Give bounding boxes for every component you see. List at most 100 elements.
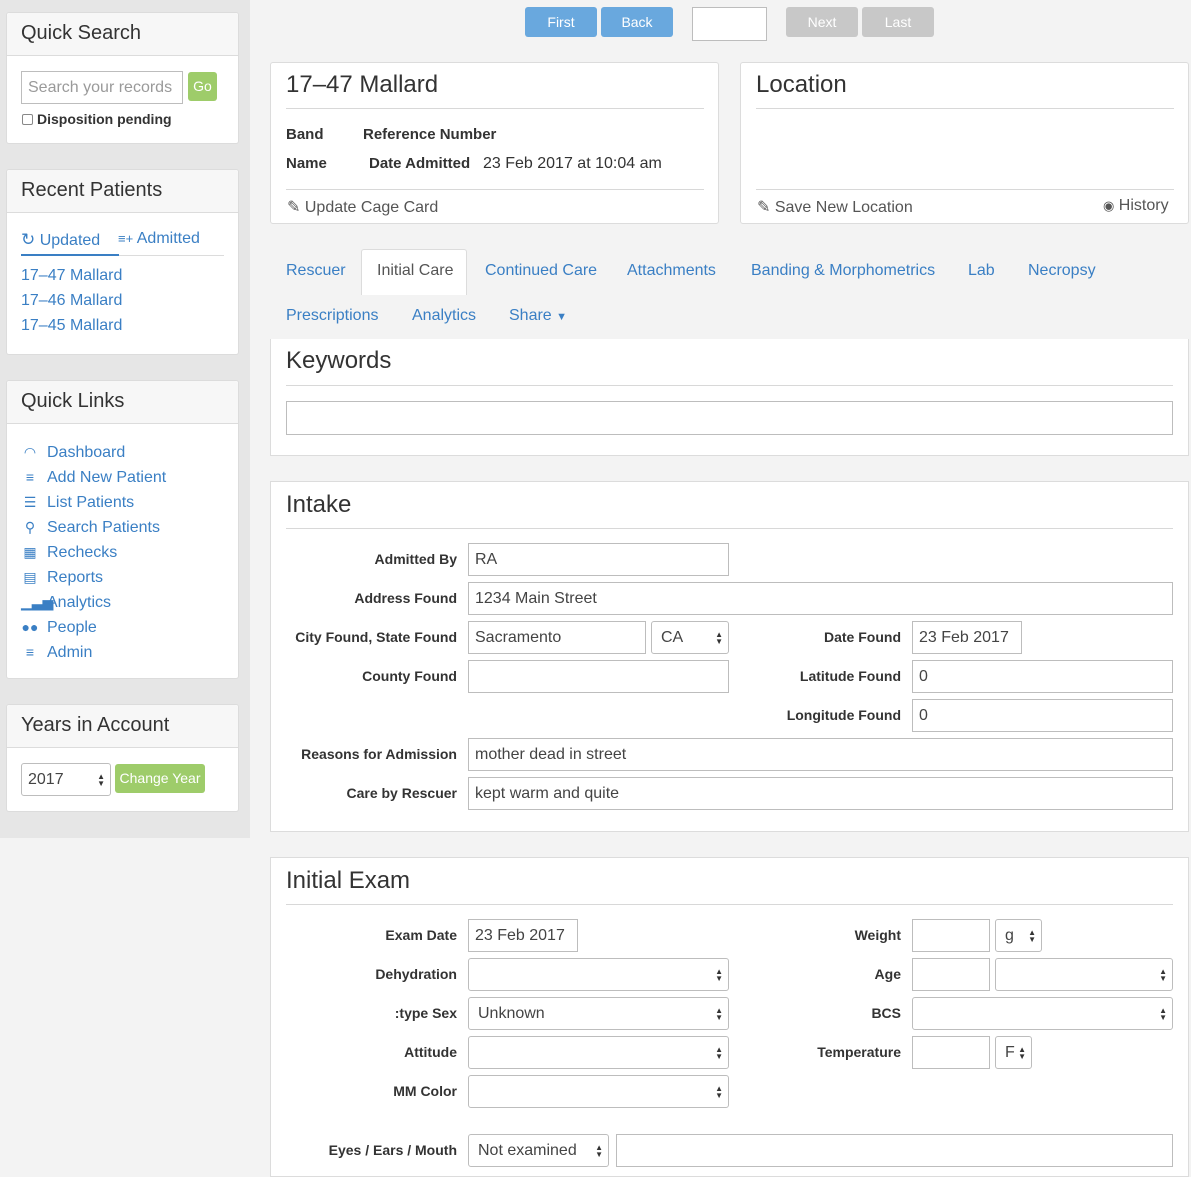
- next-button[interactable]: Next: [786, 7, 858, 37]
- quick-link-add-new-patient[interactable]: ≡ Add New Patient: [21, 466, 166, 488]
- intake-title: Intake: [286, 491, 352, 518]
- age-input[interactable]: [912, 958, 990, 991]
- recent-patient-link[interactable]: 17–46 Mallard: [21, 292, 122, 310]
- eyes-ears-mouth-label: Eyes / Ears / Mouth: [328, 1142, 457, 1158]
- tab-admitted-label: Admitted: [136, 230, 200, 247]
- caret-down-icon: ▼: [556, 311, 568, 323]
- recent-patient-link[interactable]: 17–45 Mallard: [21, 317, 122, 335]
- database-icon: ≡: [25, 644, 35, 660]
- address-found-input[interactable]: 1234 Main Street: [468, 582, 1173, 615]
- page-input[interactable]: [692, 7, 767, 41]
- band-label: Band: [286, 126, 324, 143]
- tab-divider: [119, 255, 224, 256]
- save-new-location-link[interactable]: ✎ Save New Location: [757, 197, 913, 217]
- tab-initial-care[interactable]: Initial Care: [377, 260, 453, 282]
- admitted-by-input[interactable]: RA: [468, 543, 729, 576]
- state-found-value: CA: [661, 628, 684, 646]
- weight-unit-value: g: [1005, 926, 1014, 944]
- year-select[interactable]: 2017 ▲ ▼: [21, 763, 111, 796]
- latitude-found-input[interactable]: 0: [912, 660, 1173, 693]
- first-button[interactable]: First: [525, 7, 597, 37]
- calendar-icon: ▦: [23, 544, 37, 560]
- bcs-label: BCS: [871, 1005, 901, 1021]
- quick-link-label: Add New Patient: [47, 469, 167, 486]
- report-icon: ▤: [23, 569, 37, 585]
- county-found-input[interactable]: [468, 660, 729, 693]
- quick-link-dashboard[interactable]: ◠ Dashboard: [21, 441, 125, 463]
- dehydration-select[interactable]: ▲ ▼: [468, 958, 729, 991]
- quick-links-panel: Quick Links ◠ Dashboard ≡ Add New Patient …: [6, 380, 239, 679]
- quick-link-admin[interactable]: ≡ Admin: [21, 641, 92, 663]
- tab-updated[interactable]: ↻ Updated: [21, 230, 100, 250]
- update-cage-card-link[interactable]: ✎ Update Cage Card: [287, 197, 438, 217]
- weight-label: Weight: [854, 927, 901, 943]
- tab-rescuer[interactable]: Rescuer: [286, 260, 346, 282]
- go-button[interactable]: Go: [188, 72, 217, 101]
- select-arrows-icon: ▲ ▼: [715, 1044, 723, 1061]
- quick-search-title: Quick Search: [7, 13, 238, 56]
- patient-title: 17–47 Mallard: [286, 71, 439, 98]
- pencil-icon: ✎: [287, 199, 301, 216]
- attitude-select[interactable]: ▲ ▼: [468, 1036, 729, 1069]
- reasons-for-admission-input[interactable]: mother dead in street: [468, 738, 1173, 771]
- dehydration-label: Dehydration: [375, 966, 457, 982]
- tab-continued-care[interactable]: Continued Care: [485, 260, 597, 282]
- quick-link-label: Search Patients: [47, 519, 160, 536]
- disposition-checkbox[interactable]: [22, 113, 33, 125]
- tab-admitted[interactable]: ≡+ Admitted: [118, 230, 200, 248]
- tab-banding-morphometrics[interactable]: Banding & Morphometrics: [751, 260, 935, 282]
- reference-number-label: Reference Number: [363, 126, 497, 143]
- search-input[interactable]: Search your records: [21, 71, 183, 104]
- tab-attachments[interactable]: Attachments: [627, 260, 716, 282]
- bcs-select[interactable]: ▲ ▼: [912, 997, 1173, 1030]
- date-found-input[interactable]: 23 Feb 2017: [912, 621, 1022, 654]
- history-link[interactable]: ◉ History: [1103, 197, 1169, 215]
- keywords-input[interactable]: [286, 401, 1173, 435]
- tab-share[interactable]: Share ▼: [509, 305, 567, 327]
- recent-patients-panel: Recent Patients ↻ Updated ≡+ Admitted 17…: [6, 169, 239, 355]
- longitude-found-input[interactable]: 0: [912, 699, 1173, 732]
- quick-search-panel: Quick Search Search your records Go Disp…: [6, 12, 239, 144]
- tab-prescriptions[interactable]: Prescriptions: [286, 305, 378, 327]
- age-label: Age: [874, 966, 901, 982]
- quick-link-analytics[interactable]: ▁▃▅Analytics: [21, 591, 111, 613]
- tab-lab[interactable]: Lab: [968, 260, 995, 282]
- quick-link-rechecks[interactable]: ▦ Rechecks: [21, 541, 117, 563]
- care-by-rescuer-input[interactable]: kept warm and quite: [468, 777, 1173, 810]
- back-button[interactable]: Back: [601, 7, 673, 37]
- tab-analytics[interactable]: Analytics: [412, 305, 476, 327]
- tab-necropsy[interactable]: Necropsy: [1028, 260, 1096, 282]
- save-new-location-label: Save New Location: [774, 199, 913, 216]
- temperature-unit-select[interactable]: F ▲ ▼: [995, 1036, 1032, 1069]
- weight-input[interactable]: [912, 919, 990, 952]
- add-list-icon: ≡: [25, 469, 35, 485]
- quick-link-reports[interactable]: ▤ Reports: [21, 566, 103, 588]
- refresh-icon: ↻: [21, 230, 36, 249]
- bar-chart-icon: ▁▃▅: [21, 594, 54, 610]
- sex-select[interactable]: Unknown ▲ ▼: [468, 997, 729, 1030]
- eyes-ears-mouth-select[interactable]: Not examined ▲ ▼: [468, 1134, 609, 1167]
- initial-exam-section: Initial Exam Exam Date 23 Feb 2017 Weigh…: [270, 857, 1189, 1177]
- quick-link-label: Admin: [47, 644, 93, 661]
- age-unit-select[interactable]: ▲ ▼: [995, 958, 1173, 991]
- city-found-input[interactable]: Sacramento: [468, 621, 646, 654]
- initial-exam-title: Initial Exam: [286, 867, 411, 894]
- temperature-input[interactable]: [912, 1036, 990, 1069]
- years-title: Years in Account: [7, 705, 238, 748]
- state-found-select[interactable]: CA ▲ ▼: [651, 621, 729, 654]
- weight-unit-select[interactable]: g ▲ ▼: [995, 919, 1042, 952]
- years-panel: Years in Account 2017 ▲ ▼ Change Year: [6, 704, 239, 812]
- quick-link-people[interactable]: ●● People: [21, 616, 97, 638]
- last-button[interactable]: Last: [862, 7, 934, 37]
- sex-label: :type Sex: [394, 1005, 457, 1021]
- pencil-icon: ✎: [757, 199, 771, 216]
- quick-link-search-patients[interactable]: ⚲ Search Patients: [21, 516, 160, 538]
- recent-patient-link[interactable]: 17–47 Mallard: [21, 267, 122, 285]
- change-year-button[interactable]: Change Year: [115, 764, 205, 793]
- eyes-ears-mouth-note-input[interactable]: [616, 1134, 1173, 1167]
- quick-link-list-patients[interactable]: ☰ List Patients: [21, 491, 134, 513]
- exam-date-input[interactable]: 23 Feb 2017: [468, 919, 578, 952]
- list-icon: ☰: [23, 494, 37, 510]
- mm-color-select[interactable]: ▲ ▼: [468, 1075, 729, 1108]
- address-found-label: Address Found: [354, 590, 457, 606]
